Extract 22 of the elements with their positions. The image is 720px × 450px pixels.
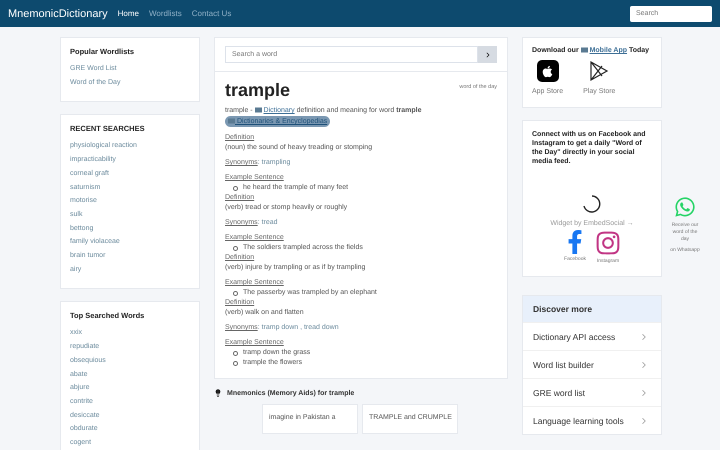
- nav-link[interactable]: Wordlists: [149, 9, 182, 18]
- site-logo[interactable]: MnemonicDictionary: [8, 8, 108, 20]
- bullet-icon: [233, 350, 238, 356]
- nav-link[interactable]: Home: [118, 9, 139, 18]
- play-icon: [589, 60, 610, 82]
- discover-title: Discover more: [523, 296, 661, 322]
- bullet-icon: [233, 360, 238, 366]
- instagram-icon: [595, 230, 621, 256]
- lightbulb-icon: [214, 389, 222, 397]
- loading-spinner-icon: [582, 194, 602, 214]
- bullet-icon: [233, 290, 238, 296]
- nav-link[interactable]: Contact Us: [192, 9, 232, 18]
- headword: trample: [225, 80, 290, 101]
- search-button[interactable]: [478, 46, 497, 63]
- bullet-icon: [233, 186, 238, 190]
- discover-item[interactable]: Word list builder: [523, 350, 661, 378]
- bullet-icon: [233, 246, 238, 250]
- discover-item[interactable]: GRE word list: [523, 378, 661, 406]
- whatsapp-icon[interactable]: [674, 196, 696, 218]
- apple-icon: [536, 60, 559, 82]
- discover-item[interactable]: Language learning tools: [523, 406, 661, 434]
- discover-item[interactable]: Dictionary API access: [523, 322, 661, 350]
